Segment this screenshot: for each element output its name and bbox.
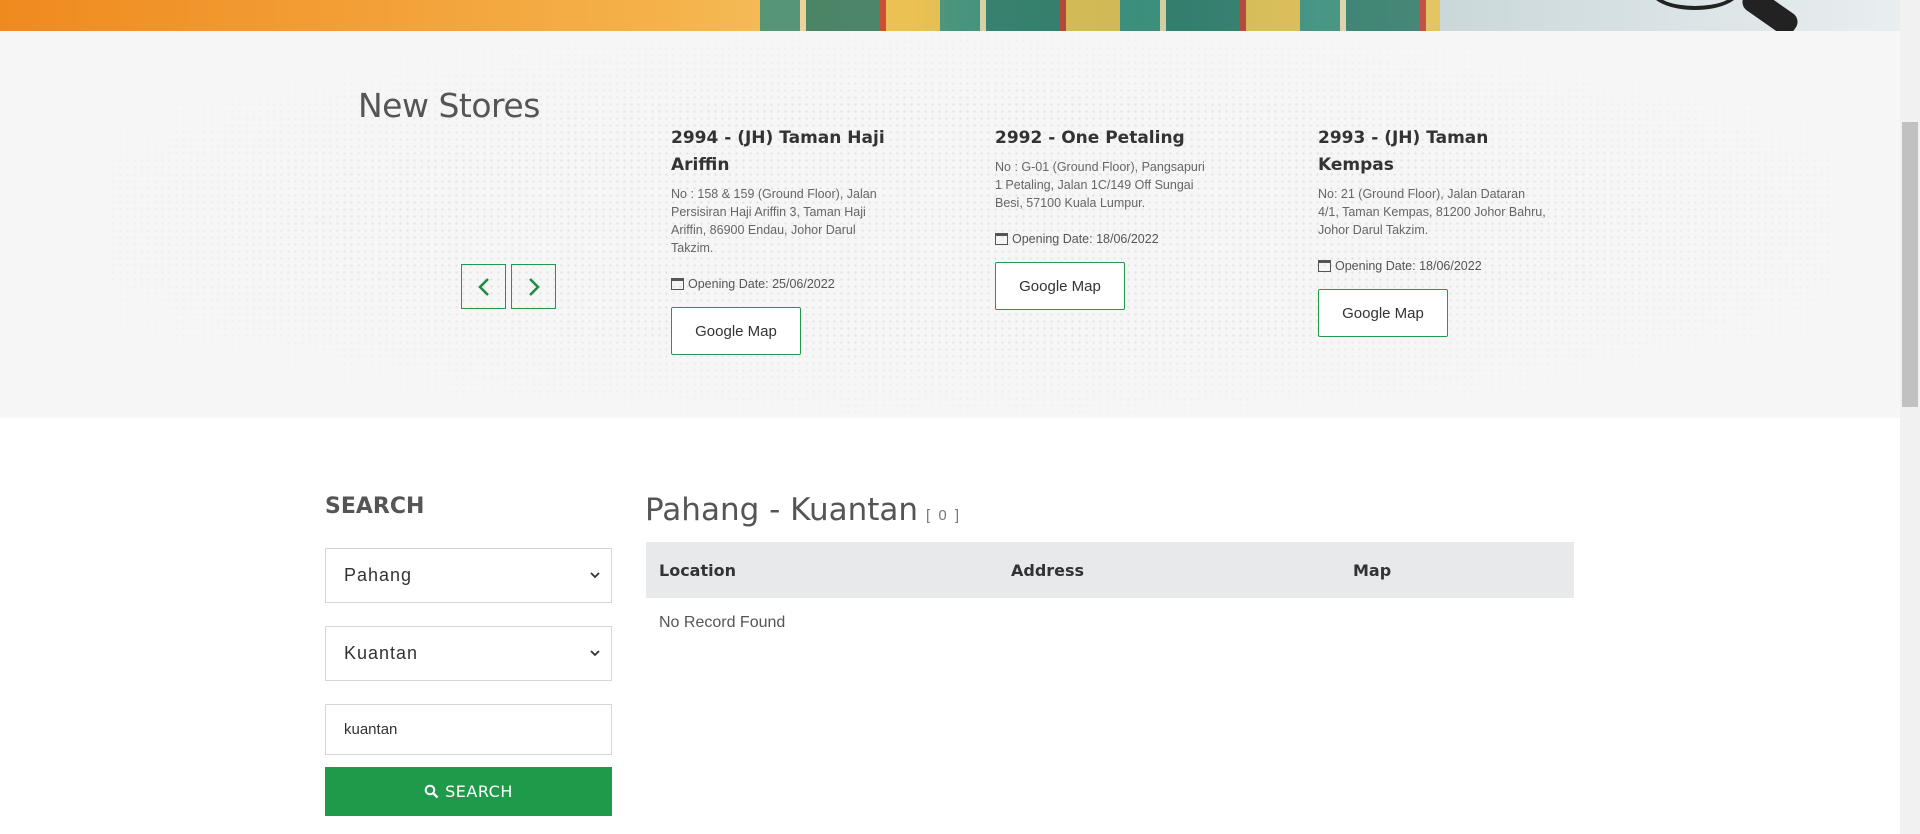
table-header: Location Address Map xyxy=(646,542,1574,598)
calendar-icon xyxy=(671,278,684,290)
column-header-location: Location xyxy=(659,560,736,580)
search-button[interactable]: SEARCH xyxy=(325,767,612,816)
banner-storefront xyxy=(760,0,1440,31)
google-map-button[interactable]: Google Map xyxy=(995,262,1125,310)
search-icon xyxy=(424,784,439,799)
store-address: No : 158 & 159 (Ground Floor), Jalan Per… xyxy=(671,187,877,255)
state-select-value: Pahang xyxy=(344,565,413,585)
hero-banner-image xyxy=(0,0,1900,31)
opening-date-text: Opening Date: 18/06/2022 xyxy=(1335,259,1482,273)
calendar-icon xyxy=(1318,260,1331,272)
store-address: No: 21 (Ground Floor), Jalan Dataran 4/1… xyxy=(1318,187,1546,237)
city-select-value: Kuantan xyxy=(344,643,419,663)
store-opening-date: Opening Date: 18/06/2022 xyxy=(995,232,1210,246)
keyword-input[interactable] xyxy=(325,704,612,755)
chevron-right-icon xyxy=(528,277,540,296)
empty-message: No Record Found xyxy=(659,614,786,631)
google-map-button[interactable]: Google Map xyxy=(671,307,801,355)
results-count: [ 0 ] xyxy=(926,507,962,524)
page-scrollbar[interactable] xyxy=(1900,0,1920,834)
store-card: 2994 - (JH) Taman Haji Ariffin No : 158 … xyxy=(671,125,886,355)
calendar-icon xyxy=(995,233,1008,245)
magnifier-handle xyxy=(1738,0,1802,31)
opening-date-text: Opening Date: 25/06/2022 xyxy=(688,277,835,291)
magnifier-icon xyxy=(1650,0,1740,10)
city-select[interactable]: Kuantan xyxy=(325,626,612,681)
results-location: Pahang - Kuantan xyxy=(645,492,919,528)
store-opening-date: Opening Date: 25/06/2022 xyxy=(671,277,886,291)
column-header-address: Address xyxy=(1011,560,1085,580)
google-map-button[interactable]: Google Map xyxy=(1318,289,1448,337)
chevron-down-icon xyxy=(590,572,600,579)
column-header-map: Map xyxy=(1353,560,1392,580)
search-heading: SEARCH xyxy=(325,494,425,519)
store-address: No : G-01 (Ground Floor), Pangsapuri 1 P… xyxy=(995,160,1205,210)
results-title: Pahang - Kuantan [ 0 ] xyxy=(645,492,961,528)
opening-date-text: Opening Date: 18/06/2022 xyxy=(1012,232,1159,246)
carousel-next-button[interactable] xyxy=(511,264,556,309)
search-button-label: SEARCH xyxy=(445,782,513,801)
store-card: 2993 - (JH) Taman Kempas No: 21 (Ground … xyxy=(1318,125,1548,337)
state-select[interactable]: Pahang xyxy=(325,548,612,603)
chevron-down-icon xyxy=(590,650,600,657)
store-title: 2993 - (JH) Taman Kempas xyxy=(1318,128,1489,175)
chevron-left-icon xyxy=(477,277,489,296)
new-stores-heading: New Stores xyxy=(358,86,540,125)
results-table: Location Address Map No Record Found xyxy=(646,542,1574,648)
store-opening-date: Opening Date: 18/06/2022 xyxy=(1318,259,1548,273)
store-title: 2992 - One Petaling xyxy=(995,128,1185,148)
store-title: 2994 - (JH) Taman Haji Ariffin xyxy=(671,128,885,175)
scrollbar-thumb[interactable] xyxy=(1902,122,1918,407)
store-card: 2992 - One Petaling No : G-01 (Ground Fl… xyxy=(995,125,1210,310)
new-stores-section xyxy=(0,31,1900,418)
carousel-prev-button[interactable] xyxy=(461,264,506,309)
